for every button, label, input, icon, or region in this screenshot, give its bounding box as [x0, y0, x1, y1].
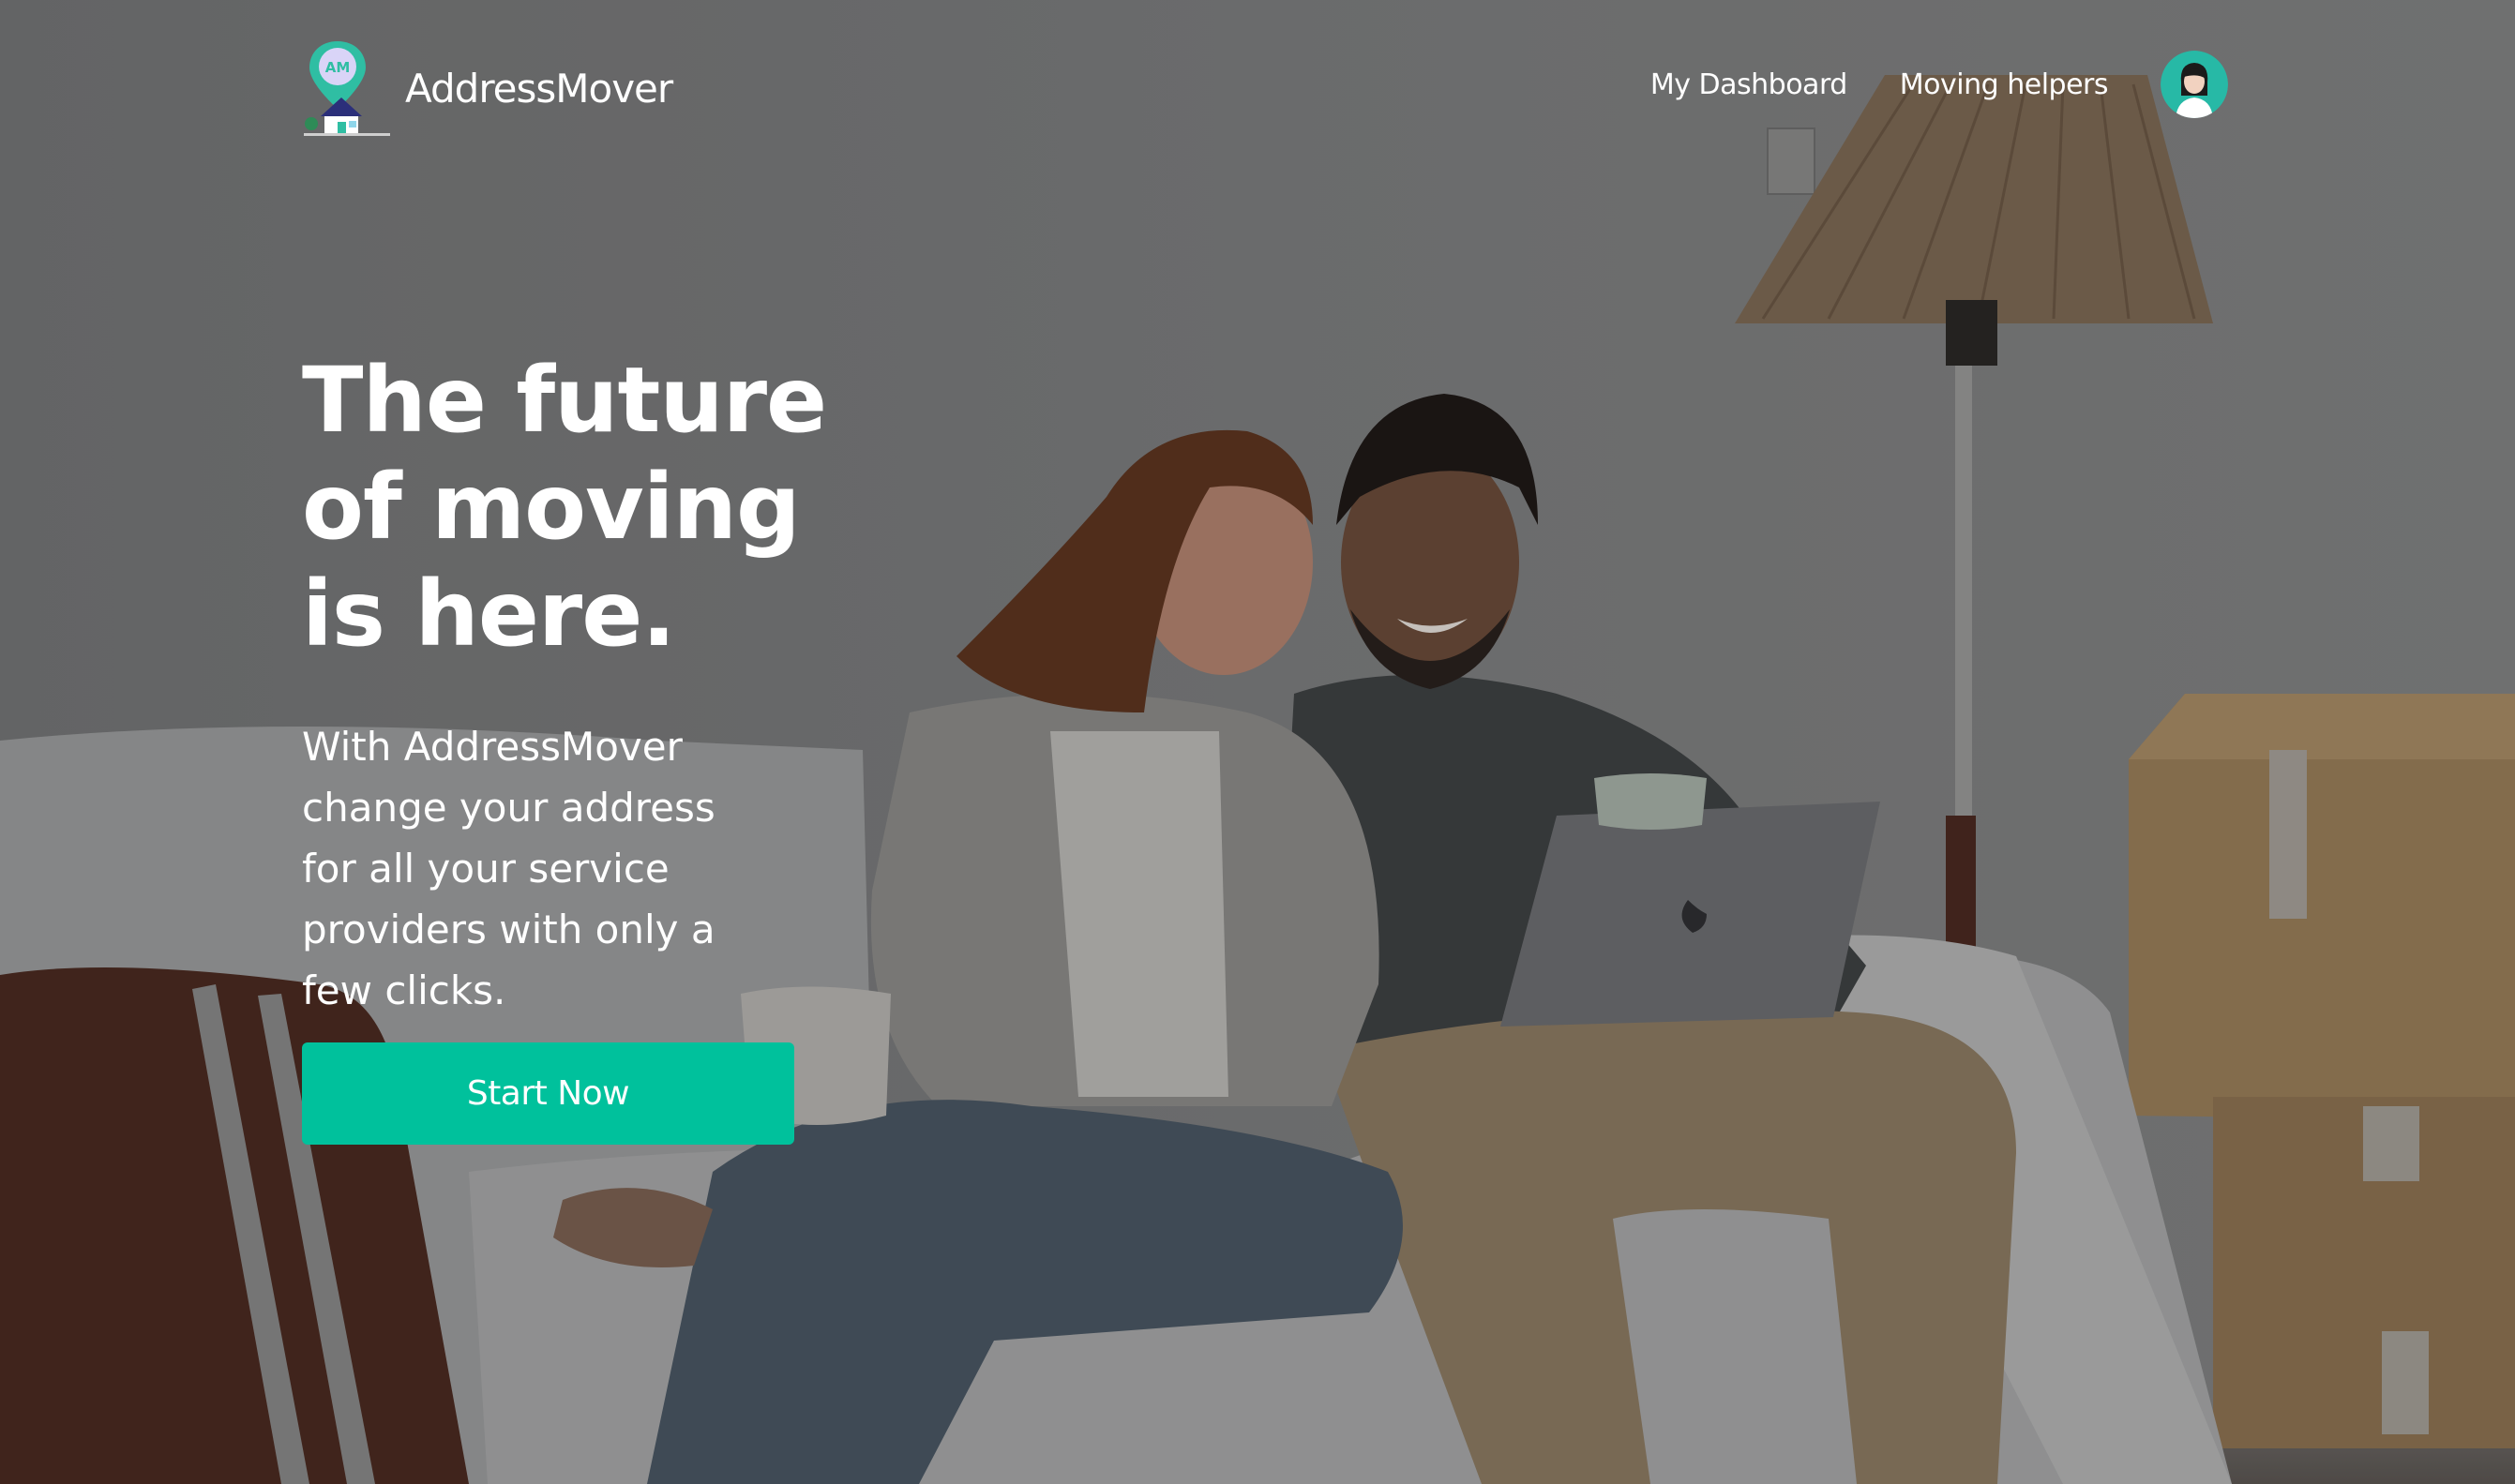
hero-subtitle-line: providers with only a: [302, 907, 715, 952]
hero-title-line: is here.: [302, 562, 676, 667]
nav-my-dashboard[interactable]: My Dashboard: [1650, 68, 1847, 101]
house-pin-logo-icon: AM: [304, 41, 390, 136]
hero-subtitle-line: With AddressMover: [302, 724, 683, 770]
hero-subtitle: With AddressMover change your address fo…: [302, 716, 790, 1021]
svg-text:AM: AM: [325, 59, 351, 76]
hero-section: The future of moving is here. With Addre…: [302, 347, 827, 1021]
start-now-button[interactable]: Start Now: [302, 1042, 794, 1145]
user-avatar[interactable]: [2161, 51, 2228, 118]
hero-title-line: The future: [302, 348, 827, 453]
hero-subtitle-line: for all your service: [302, 846, 670, 892]
hero-title: The future of moving is here.: [302, 347, 827, 667]
hero-subtitle-line: few clicks.: [302, 967, 506, 1013]
nav-moving-helpers[interactable]: Moving helpers: [1900, 68, 2109, 101]
user-avatar-icon: [2161, 51, 2228, 118]
brand-logo[interactable]: AM AddressMover: [302, 39, 673, 138]
brand-name: AddressMover: [405, 66, 673, 112]
hero-subtitle-line: change your address: [302, 785, 715, 831]
top-nav: My Dashboard Moving helpers: [1650, 49, 2228, 120]
hero-title-line: of moving: [302, 455, 801, 560]
